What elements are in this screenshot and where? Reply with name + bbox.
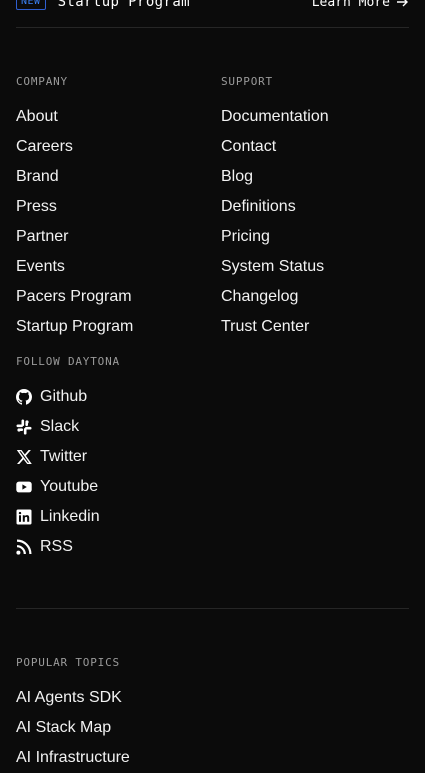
footer-link-contact[interactable]: Contact (221, 132, 329, 162)
social-label-github: Github (40, 388, 88, 405)
topic-link-ai-stack-map[interactable]: AI Stack Map (16, 713, 130, 743)
announcement-banner[interactable]: NEW Startup Program Learn More (16, 0, 409, 12)
footer-link-definitions[interactable]: Definitions (221, 192, 329, 222)
linkedin-icon (16, 509, 32, 525)
company-heading: COMPANY (16, 75, 68, 88)
support-links: Documentation Contact Blog Definitions P… (221, 102, 329, 342)
footer-link-press[interactable]: Press (16, 192, 133, 222)
footer-link-blog[interactable]: Blog (221, 162, 329, 192)
social-label-youtube: Youtube (40, 478, 99, 495)
social-label-linkedin: Linkedin (40, 508, 100, 525)
social-link-slack[interactable]: Slack (16, 412, 100, 442)
learn-more-label: Learn More (311, 0, 390, 10)
footer-link-pacers-program[interactable]: Pacers Program (16, 282, 133, 312)
footer-link-brand[interactable]: Brand (16, 162, 133, 192)
footer-link-changelog[interactable]: Changelog (221, 282, 329, 312)
learn-more-link[interactable]: Learn More (312, 0, 409, 10)
social-link-youtube[interactable]: Youtube (16, 472, 100, 502)
footer-link-pricing[interactable]: Pricing (221, 222, 329, 252)
footer-link-careers[interactable]: Careers (16, 132, 133, 162)
slack-icon (16, 419, 32, 435)
topic-link-ai-agents-sdk[interactable]: AI Agents SDK (16, 683, 130, 713)
footer-link-trust-center[interactable]: Trust Center (221, 312, 329, 342)
footer-link-about[interactable]: About (16, 102, 133, 132)
social-link-twitter[interactable]: Twitter (16, 442, 100, 472)
company-links: About Careers Brand Press Partner Events… (16, 102, 133, 342)
youtube-icon (16, 481, 32, 493)
x-twitter-icon (16, 450, 32, 464)
follow-heading: FOLLOW DAYTONA (16, 355, 120, 368)
social-label-twitter: Twitter (40, 448, 88, 465)
footer-link-startup-program[interactable]: Startup Program (16, 312, 133, 342)
banner-title: Startup Program (57, 0, 190, 10)
topic-link-ai-infrastructure[interactable]: AI Infrastructure (16, 743, 130, 773)
popular-topics-heading: POPULAR TOPICS (16, 656, 120, 669)
divider-top (16, 27, 409, 28)
social-label-rss: RSS (40, 538, 73, 555)
footer-link-system-status[interactable]: System Status (221, 252, 329, 282)
social-link-rss[interactable]: RSS (16, 532, 100, 562)
social-links: Github Slack Twitter Youtube Linkedin RS… (16, 382, 100, 562)
social-link-github[interactable]: Github (16, 382, 100, 412)
github-icon (16, 389, 32, 405)
divider-bottom (16, 608, 409, 609)
popular-topics-links: AI Agents SDK AI Stack Map AI Infrastruc… (16, 683, 130, 773)
footer-link-events[interactable]: Events (16, 252, 133, 282)
support-heading: SUPPORT (221, 75, 273, 88)
rss-icon (16, 539, 32, 555)
social-label-slack: Slack (40, 418, 80, 435)
footer-link-documentation[interactable]: Documentation (221, 102, 329, 132)
arrow-right-icon (397, 0, 408, 7)
social-link-linkedin[interactable]: Linkedin (16, 502, 100, 532)
footer-link-partner[interactable]: Partner (16, 222, 133, 252)
new-badge: NEW (16, 0, 46, 10)
